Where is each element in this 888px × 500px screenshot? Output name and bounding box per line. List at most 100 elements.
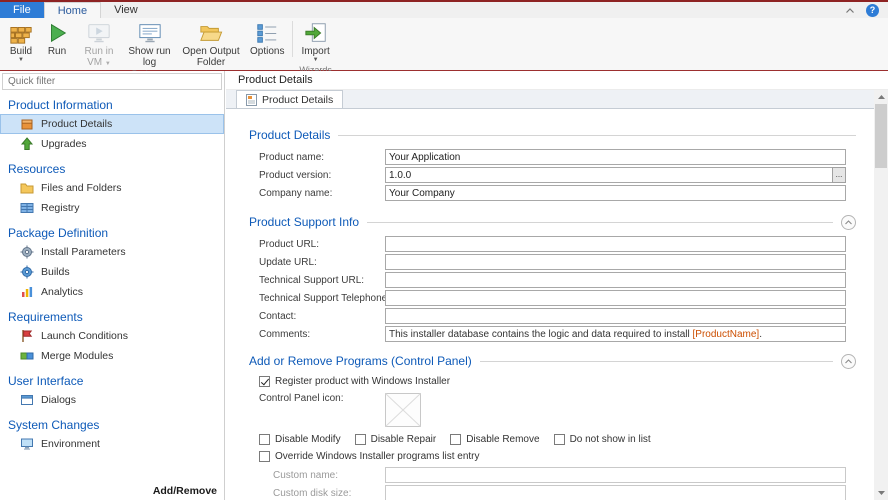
company-name-input[interactable] <box>385 185 846 201</box>
section-rule <box>479 360 833 362</box>
builds-icon <box>20 265 34 279</box>
show-run-log-button-label: Show run log <box>128 46 171 68</box>
options-button-label: Options <box>250 46 285 57</box>
section-heading: Add or Remove Programs (Control Panel) <box>249 354 472 368</box>
browse-button[interactable]: ... <box>832 167 846 183</box>
disable-repair-checkbox[interactable]: Disable Repair <box>354 434 436 445</box>
sidebar-item-environment[interactable]: Environment <box>0 434 224 454</box>
merge-modules-icon <box>20 349 34 363</box>
open-output-folder-button[interactable]: Open Output Folder <box>176 19 246 68</box>
page-title: Product Details <box>226 71 888 90</box>
sidebar-item-merge-modules[interactable]: Merge Modules <box>0 346 224 366</box>
show-run-log-button[interactable]: Show run log <box>123 19 176 68</box>
checkbox-box <box>259 434 270 445</box>
run-icon <box>45 20 69 46</box>
update-url-input[interactable] <box>385 254 846 270</box>
run-in-vm-button-label: Run in VM ▼ <box>84 46 114 68</box>
section-product-support-info: Product Support Info Product URL: Update… <box>226 214 874 343</box>
custom-name-input[interactable] <box>385 467 846 483</box>
section-rule <box>367 221 833 223</box>
checkbox-box <box>553 434 565 445</box>
sidebar-section-title: Product Information <box>8 98 113 112</box>
scrollbar-thumb[interactable] <box>875 104 887 168</box>
disable-remove-label: Disable Remove <box>466 434 540 445</box>
sidebar-item-label: Builds <box>41 266 70 278</box>
sidebar-item-product-details[interactable]: Product Details <box>0 114 224 134</box>
sidebar-item-analytics[interactable]: Analytics <box>0 282 224 302</box>
run-in-vm-button[interactable]: Run in VM ▼ <box>75 19 123 68</box>
tab-view[interactable]: View <box>101 2 151 18</box>
product-version-input[interactable] <box>385 167 846 183</box>
sidebar-section-system-changes: System Changes Environment <box>0 415 224 454</box>
control-panel-icon-preview[interactable] <box>385 393 421 427</box>
sidebar-section-package-definition: Package Definition Install Parameters Bu… <box>0 223 224 302</box>
tab-file[interactable]: File <box>0 2 44 18</box>
scroll-up-button[interactable] <box>874 90 888 104</box>
sidebar-item-files-and-folders[interactable]: Files and Folders <box>0 178 224 198</box>
ribbon-collapse-icon[interactable] <box>843 3 857 17</box>
contact-label: Contact: <box>259 310 297 322</box>
sidebar-footer-label: Add/Remove <box>152 485 217 497</box>
open-output-folder-icon <box>199 20 223 46</box>
sidebar-item-registry[interactable]: Registry <box>0 198 224 218</box>
product-url-input[interactable] <box>385 236 846 252</box>
dropdown-icon: ▼ <box>18 57 24 63</box>
sidebar-section-user-interface: User Interface Dialogs <box>0 371 224 410</box>
technical-support-telephone-label: Technical Support Telephone: <box>259 292 385 304</box>
override-programs-list-checkbox[interactable]: Override Windows Installer programs list… <box>259 451 480 462</box>
checkbox-box <box>354 434 366 445</box>
custom-disk-size-label: Custom disk size: <box>273 487 352 499</box>
comments-input[interactable]: This installer database contains the log… <box>385 326 846 342</box>
build-button-label: Build <box>9 46 33 57</box>
checkbox-checked-icon <box>259 376 270 387</box>
do-not-show-in-list-label: Do not show in list <box>569 434 651 445</box>
disable-remove-checkbox[interactable]: Disable Remove <box>450 434 540 445</box>
disable-modify-checkbox[interactable]: Disable Modify <box>259 434 341 445</box>
custom-disk-size-input[interactable] <box>385 485 846 500</box>
quick-filter-input[interactable] <box>3 74 221 89</box>
window-buttons: ? <box>843 2 888 18</box>
document-tab-product-details[interactable]: Product Details <box>236 90 344 108</box>
sidebar-item-label: Upgrades <box>41 138 87 150</box>
comments-label: Comments: <box>259 328 311 340</box>
sidebar-item-label: Product Details <box>41 118 113 130</box>
dialog-window-icon <box>20 393 34 407</box>
sidebar-item-install-parameters[interactable]: Install Parameters <box>0 242 224 262</box>
sidebar-item-label: Merge Modules <box>41 350 114 362</box>
technical-support-telephone-input[interactable] <box>385 290 846 306</box>
sidebar-item-upgrades[interactable]: Upgrades <box>0 134 224 154</box>
register-product-checkbox[interactable]: Register product with Windows Installer <box>259 376 450 387</box>
technical-support-url-label: Technical Support URL: <box>259 274 365 286</box>
sidebar-item-dialogs[interactable]: Dialogs <box>0 390 224 410</box>
ribbon-tab-bar: File Home View ? <box>0 0 888 18</box>
sidebar-section-title: User Interface <box>8 374 84 388</box>
technical-support-url-input[interactable] <box>385 272 846 288</box>
ribbon-group-project: Build ▼ Run Run in VM ▼ Show run log Ope… <box>0 18 291 79</box>
help-icon[interactable]: ? <box>866 3 879 17</box>
tab-home[interactable]: Home <box>43 2 102 18</box>
build-button[interactable]: Build ▼ <box>3 19 39 64</box>
run-button[interactable]: Run <box>39 19 75 57</box>
do-not-show-in-list-checkbox[interactable]: Do not show in list <box>553 434 651 445</box>
sidebar-section-title: System Changes <box>8 418 100 432</box>
collapse-section-button[interactable] <box>841 214 856 230</box>
sidebar-section-resources: Resources Files and Folders Registry <box>0 159 224 218</box>
scroll-down-button[interactable] <box>874 486 888 500</box>
vertical-scrollbar[interactable] <box>874 90 888 500</box>
contact-input[interactable] <box>385 308 846 324</box>
options-icon <box>255 20 279 46</box>
sidebar-section-title: Resources <box>8 162 66 176</box>
import-button[interactable]: Import ▼ <box>297 19 333 64</box>
section-rule <box>338 134 856 136</box>
collapse-section-button[interactable] <box>841 353 856 369</box>
product-name-input[interactable] <box>385 149 846 165</box>
analytics-icon <box>20 285 34 299</box>
document-icon <box>246 93 257 106</box>
options-button[interactable]: Options <box>246 19 288 57</box>
sidebar-section-requirements: Requirements Launch Conditions Merge Mod… <box>0 307 224 366</box>
upgrades-icon <box>20 137 34 151</box>
import-icon <box>304 20 328 46</box>
sidebar-item-builds[interactable]: Builds <box>0 262 224 282</box>
sidebar-item-launch-conditions[interactable]: Launch Conditions <box>0 326 224 346</box>
register-product-label: Register product with Windows Installer <box>275 376 451 387</box>
